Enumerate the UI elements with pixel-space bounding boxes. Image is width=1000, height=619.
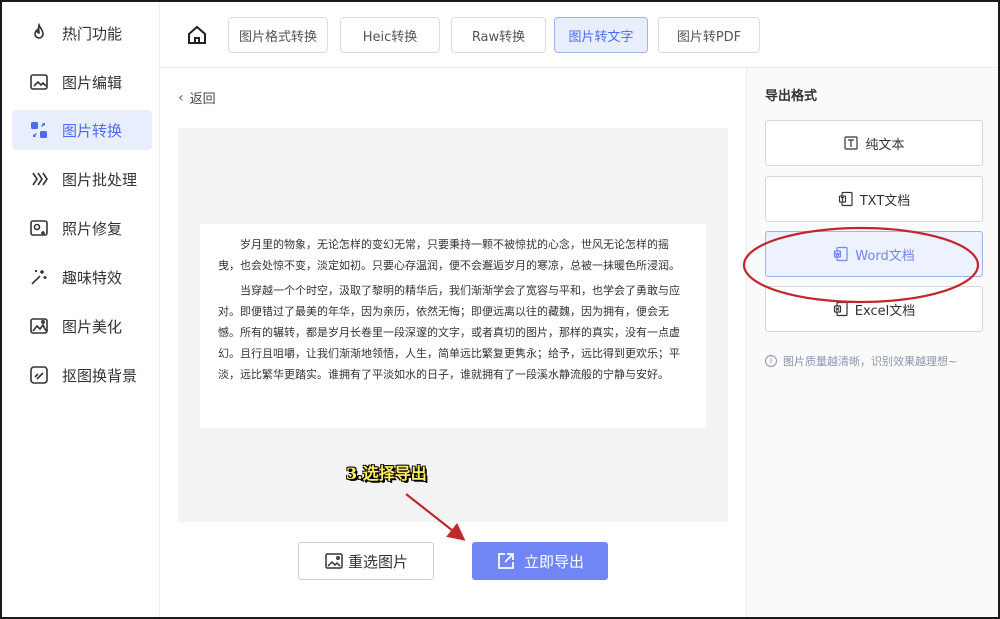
txt-icon [838, 191, 853, 207]
tab-image-to-text[interactable]: 图片转文字 [554, 17, 648, 53]
sidebar-item-label: 趣味特效 [62, 268, 123, 287]
info-icon: i [765, 355, 777, 367]
panel-title: 导出格式 [765, 89, 818, 104]
quality-hint: i 图片质量越清晰，识别效果越理想~ [765, 353, 957, 369]
sidebar-item-repair[interactable]: 照片修复 [12, 208, 152, 248]
sidebar: 热门功能 图片编辑 图片转换 图片批处理 照片修复 趣味特效 图片美化 抠图换背… [2, 2, 160, 617]
format-option-txt[interactable]: TXT文档 [765, 176, 983, 222]
export-format-panel: 导出格式 纯文本 TXT文档 Word文档 Excel文档 i 图片质量越清晰，… [742, 68, 998, 617]
format-label: 纯文本 [865, 137, 905, 153]
annotation-label: 3.选择导出 [346, 464, 427, 483]
batch-icon [28, 168, 50, 190]
preview-area: 岁月里的物象，无论怎样的变幻无常，只要秉持一颗不被惊扰的心念，世风无论怎样的摇曳… [178, 128, 728, 522]
tab-raw-convert[interactable]: Raw转换 [451, 17, 546, 53]
repair-icon [28, 217, 50, 239]
sidebar-item-label: 图片美化 [62, 317, 123, 336]
sidebar-item-hot[interactable]: 热门功能 [12, 13, 152, 53]
format-option-word[interactable]: Word文档 [765, 231, 983, 277]
sidebar-item-cutout[interactable]: 抠图换背景 [12, 355, 152, 395]
document-preview: 岁月里的物象，无论怎样的变幻无常，只要秉持一颗不被惊扰的心念，世风无论怎样的摇曳… [200, 224, 706, 428]
app-window: 热门功能 图片编辑 图片转换 图片批处理 照片修复 趣味特效 图片美化 抠图换背… [0, 0, 1000, 619]
chevron-left-icon: ‹ [178, 89, 184, 106]
export-label: 立即导出 [523, 552, 584, 571]
sidebar-item-effects[interactable]: 趣味特效 [12, 257, 152, 297]
sidebar-item-image-convert[interactable]: 图片转换 [12, 110, 152, 150]
home-icon[interactable] [186, 24, 208, 46]
sidebar-item-label: 热门功能 [62, 24, 123, 43]
sidebar-item-batch[interactable]: 图片批处理 [12, 159, 152, 199]
beautify-icon [28, 315, 50, 337]
main-content: ‹ 返回 岁月里的物象，无论怎样的变幻无常，只要秉持一颗不被惊扰的心念，世风无论… [160, 68, 746, 617]
sidebar-item-label: 抠图换背景 [62, 366, 138, 385]
sidebar-item-label: 图片转换 [62, 121, 123, 140]
format-option-excel[interactable]: Excel文档 [765, 286, 983, 332]
top-tab-bar: 图片格式转换 Heic转换 Raw转换 图片转文字 图片转PDF [160, 2, 998, 68]
format-option-plain-text[interactable]: 纯文本 [765, 120, 983, 166]
word-icon [834, 246, 848, 262]
sparkle-icon [28, 266, 50, 288]
export-icon [498, 553, 514, 569]
image-icon [325, 553, 343, 569]
export-now-button[interactable]: 立即导出 [472, 542, 608, 580]
image-edit-icon [28, 71, 50, 93]
annotation-arrow-icon [405, 493, 466, 541]
document-paragraph: 岁月里的物象，无论怎样的变幻无常，只要秉持一颗不被惊扰的心念，世风无论怎样的摇曳… [218, 238, 680, 272]
cutout-icon [28, 364, 50, 386]
convert-icon [28, 119, 50, 141]
text-icon [844, 136, 859, 150]
sidebar-item-label: 照片修复 [62, 219, 123, 238]
sidebar-item-label: 图片批处理 [62, 170, 138, 189]
flame-icon [28, 22, 50, 44]
reselect-image-button[interactable]: 重选图片 [298, 542, 434, 580]
format-label: Word文档 [855, 248, 915, 264]
back-label: 返回 [189, 92, 216, 107]
document-paragraph: 当穿越一个个时空，汲取了黎明的精华后，我们渐渐学会了宽容与平和，也学会了勇敢与应… [218, 284, 680, 381]
excel-icon [833, 301, 848, 317]
tab-image-to-pdf[interactable]: 图片转PDF [658, 17, 760, 53]
tab-heic-convert[interactable]: Heic转换 [340, 17, 440, 53]
sidebar-item-beautify[interactable]: 图片美化 [12, 306, 152, 346]
sidebar-item-label: 图片编辑 [62, 73, 123, 92]
back-link[interactable]: ‹ 返回 [178, 88, 216, 108]
hint-text: 图片质量越清晰，识别效果越理想~ [783, 355, 958, 368]
format-label: Excel文档 [854, 303, 916, 319]
tab-image-format-convert[interactable]: 图片格式转换 [228, 17, 328, 53]
format-label: TXT文档 [859, 193, 911, 209]
sidebar-item-image-edit[interactable]: 图片编辑 [12, 62, 152, 102]
reselect-label: 重选图片 [347, 552, 408, 571]
